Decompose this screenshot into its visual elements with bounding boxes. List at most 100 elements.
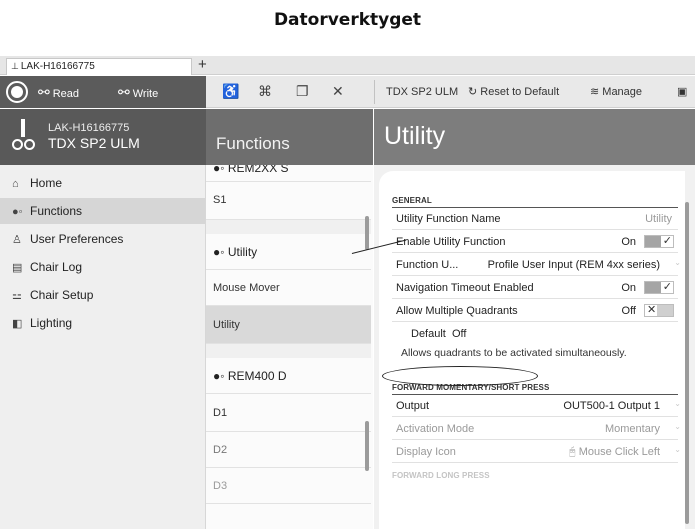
device-model: TDX SP2 ULM xyxy=(48,135,140,151)
sidebar-item-chair-setup[interactable]: ⚍ Chair Setup xyxy=(0,282,205,308)
list-section-label: REM400 D xyxy=(227,369,287,383)
properties-card: GENERAL Utility Function Name Utility En… xyxy=(379,171,685,529)
navigation-timeout-toggle[interactable]: ✓ xyxy=(644,281,674,294)
read-button[interactable]: ⚯ Read xyxy=(38,76,79,108)
utility-panel: GENERAL Utility Function Name Utility En… xyxy=(374,165,695,529)
functions-header: Functions xyxy=(206,109,373,165)
reset-default-button[interactable]: ↻ Reset to Default xyxy=(468,76,559,108)
toolbar-divider xyxy=(374,80,375,104)
device-tab-label: LAK-H16166775 xyxy=(20,61,95,72)
chevron-down-icon[interactable]: ⌄ xyxy=(674,258,681,267)
sidebar-item-functions[interactable]: ●◦ Functions xyxy=(0,198,205,224)
list-item-s1[interactable]: S1 xyxy=(206,182,371,220)
manage-button[interactable]: ≋ Manage xyxy=(590,76,642,108)
allow-multiple-quadrants-toggle[interactable]: ✕ xyxy=(644,304,674,317)
power-icon[interactable] xyxy=(6,81,28,103)
sidebar-item-chair-log[interactable]: ▤ Chair Log xyxy=(0,254,205,280)
device-label: TDX SP2 ULM xyxy=(386,86,459,98)
controller-icon[interactable]: ⌘ xyxy=(258,83,272,100)
more-icon[interactable]: ▣ xyxy=(677,76,687,108)
write-button[interactable]: ⚯ Write xyxy=(118,76,158,108)
default-value-text: Off xyxy=(451,328,467,340)
list-section-label: Utility xyxy=(227,245,258,259)
sidebar: ⌂ Home ●◦ Functions ♙ User Preferences ▤ Cha… xyxy=(0,165,206,529)
list-item-d1[interactable]: D1 xyxy=(206,394,371,432)
sidebar-item-lighting[interactable]: ◧ Lighting xyxy=(0,310,205,336)
home-icon: ⌂ xyxy=(12,178,19,190)
reset-label: Reset to Default xyxy=(480,86,560,98)
log-icon: ▤ xyxy=(12,262,23,274)
list-item-d3[interactable]: D3 xyxy=(206,468,371,504)
property-label: Display Icon xyxy=(396,446,456,458)
manage-icon: ≋ xyxy=(590,86,603,98)
section-title-general: GENERAL xyxy=(392,196,432,205)
app-window: ⊥ LAK-H16166775 + ⚯ Read ⚯ Write ♿ ⌘ ❐ ✕ TD… xyxy=(0,56,695,529)
device-tab[interactable]: ⊥ LAK-H16166775 xyxy=(6,58,192,75)
list-scrollbar[interactable] xyxy=(365,216,369,250)
activation-mode-row[interactable]: Activation Mode Momentary ⌄ xyxy=(392,418,681,440)
utility-function-name-row[interactable]: Utility Function Name Utility xyxy=(392,208,678,230)
display-icon-row[interactable]: Display Icon 🖰 Mouse Click Left ⌄ xyxy=(392,441,681,463)
property-value[interactable]: Profile User Input (REM 4xx series) xyxy=(488,259,660,271)
list-item-utility[interactable]: Utility xyxy=(206,306,371,344)
device-header: LAK-H16166775 TDX SP2 ULM xyxy=(0,109,206,165)
property-value[interactable]: 🖰 Mouse Click Left xyxy=(569,446,660,459)
close-icon[interactable]: ✕ xyxy=(332,83,344,100)
list-section-utility[interactable]: ●◦ Utility xyxy=(206,234,371,270)
sidebar-item-home[interactable]: ⌂ Home xyxy=(0,170,205,196)
navigation-timeout-row[interactable]: Navigation Timeout Enabled On ✓ xyxy=(392,277,678,299)
page-title: Utility xyxy=(384,122,446,150)
list-section-rem400[interactable]: ●◦ REM400 D xyxy=(206,358,371,394)
sidebar-item-label: Home xyxy=(30,176,63,190)
figure-caption: Datorverktyget xyxy=(273,10,422,30)
property-label: Function U... xyxy=(396,259,459,271)
list-scrollbar[interactable] xyxy=(365,421,369,471)
list-spacer xyxy=(206,344,371,358)
tab-strip: ⊥ LAK-H16166775 + xyxy=(0,56,695,75)
property-value[interactable]: Momentary xyxy=(605,423,660,435)
cross-icon: ✕ xyxy=(647,304,657,316)
allow-multiple-quadrants-row[interactable]: Allow Multiple Quadrants Off ✕ xyxy=(392,300,678,322)
enable-utility-toggle[interactable]: ✓ xyxy=(644,235,674,248)
list-item-d2[interactable]: D2 xyxy=(206,432,371,468)
functions-icon: ●◦ xyxy=(12,206,23,218)
add-tab-button[interactable]: + xyxy=(198,56,207,74)
write-label: Write xyxy=(132,88,159,100)
list-item-mouse-mover[interactable]: Mouse Mover xyxy=(206,270,371,306)
functions-icon: ●◦ xyxy=(213,369,228,383)
property-label: Enable Utility Function xyxy=(396,236,506,248)
default-value: Default Off xyxy=(411,328,466,340)
check-icon: ✓ xyxy=(662,235,672,247)
chevron-down-icon[interactable]: ⌄ xyxy=(674,445,681,454)
device-tab-icon: ⊥ xyxy=(11,61,19,71)
sidebar-item-user-preferences[interactable]: ♙ User Preferences xyxy=(0,226,205,252)
function-user-input-row[interactable]: Function U... Profile User Input (REM 4x… xyxy=(392,254,681,276)
utility-header: Utility xyxy=(374,109,695,165)
chevron-down-icon[interactable]: ⌄ xyxy=(674,422,681,431)
property-value-text: Mouse Click Left xyxy=(578,446,660,458)
list-section-rem2xx[interactable]: ●◦ REM2XX S xyxy=(206,165,371,182)
property-value: Off xyxy=(621,305,636,317)
list-item-label: D2 xyxy=(213,444,228,456)
chevron-down-icon[interactable]: ⌄ xyxy=(674,399,681,408)
property-value[interactable]: OUT500-1 Output 1 xyxy=(563,400,660,412)
check-icon: ✓ xyxy=(662,281,672,293)
output-row[interactable]: Output OUT500-1 Output 1 ⌄ xyxy=(392,395,681,417)
list-spacer xyxy=(206,220,371,234)
wheelchair-icon[interactable]: ♿ xyxy=(222,83,239,100)
manage-label: Manage xyxy=(602,86,643,98)
functions-header-title: Functions xyxy=(216,134,290,153)
toolbar-left: ⚯ Read ⚯ Write xyxy=(0,76,206,108)
property-value[interactable]: Utility xyxy=(645,213,672,225)
wheelchair-device-icon xyxy=(12,119,35,153)
list-item-label: D3 xyxy=(213,480,228,492)
panel-scrollbar[interactable] xyxy=(685,202,689,524)
property-label: Utility Function Name xyxy=(396,213,501,225)
list-item-label: S1 xyxy=(213,194,227,206)
property-label: Allow Multiple Quadrants xyxy=(396,305,518,317)
enable-utility-function-row[interactable]: Enable Utility Function On ✓ xyxy=(392,231,678,253)
copy-icon[interactable]: ❐ xyxy=(296,83,309,100)
list-section-label: REM2XX S xyxy=(227,165,289,175)
functions-icon: ●◦ xyxy=(213,245,228,259)
property-label: Output xyxy=(396,400,430,412)
